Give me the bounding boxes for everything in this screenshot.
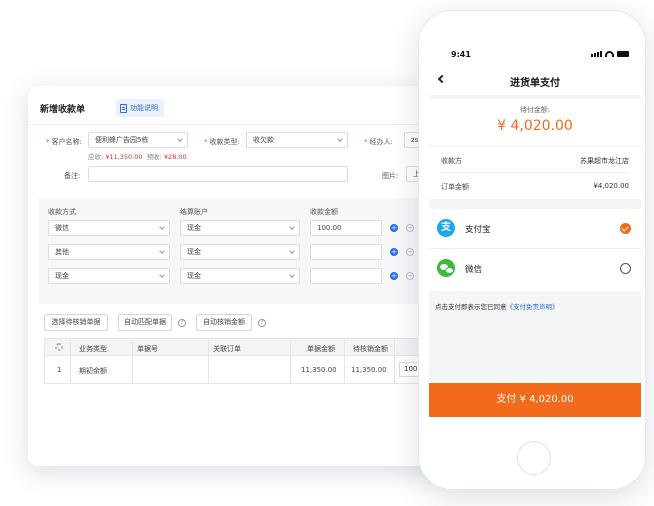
col-receipt-amount: 收款金额	[310, 208, 338, 216]
status-bar: 9:41	[429, 45, 641, 65]
chevron-down-icon	[289, 272, 295, 278]
help-label: 功能说明	[130, 104, 158, 112]
radio-unchecked-icon[interactable]	[620, 263, 631, 274]
amount-value: ¥ 4,020.00	[497, 118, 573, 134]
receipt-type-select[interactable]: 收欠款	[246, 132, 348, 148]
receipt-form-panel: 新增收款单 功能说明 * 客户名称: 便利蜂广告园5栋 应收: ¥11,350.0…	[28, 86, 438, 466]
col-linked-order: 关联订单	[213, 345, 241, 353]
remove-row-icon[interactable]: −	[406, 272, 414, 280]
order-info: 收款方 苏果超市龙江店 订单金额 ¥4,020.00	[429, 147, 641, 199]
home-button[interactable]	[517, 441, 551, 475]
chevron-down-icon	[289, 248, 295, 254]
col-settlement-account: 结算账户	[180, 208, 208, 216]
remove-row-icon[interactable]: −	[406, 224, 414, 232]
info-row: 收款方 苏果超市龙江店	[441, 147, 629, 173]
divider	[70, 338, 71, 384]
auto-amount-button[interactable]: 自动核销金额	[196, 314, 252, 331]
chevron-down-icon	[177, 136, 183, 142]
payment-option-wechat[interactable]: 微信	[429, 249, 641, 289]
col-doc-no: 单据号	[137, 345, 158, 353]
payment-method-select[interactable]: 其他	[48, 244, 170, 260]
divider	[208, 338, 209, 384]
pay-button[interactable]: 支付 ¥ 4,020.00	[429, 383, 641, 417]
remark-label: 备注:	[64, 172, 81, 180]
divider	[290, 338, 291, 384]
document-icon	[120, 103, 127, 113]
agreement-text: 点击支付即表示您已同意《支付免责声明》	[435, 303, 559, 311]
divider	[132, 338, 133, 384]
page-title: 新增收款单	[40, 105, 86, 115]
chevron-down-icon	[159, 248, 165, 254]
phone-screen: 9:41 进货单支付 待付金额: ¥ 4,020.00 收款方 苏果超市龙江店 …	[429, 45, 641, 417]
amount-label: 待付金额:	[519, 106, 551, 114]
info-value: 苏果超市龙江店	[580, 157, 629, 165]
settlement-account-select[interactable]: 现金	[180, 244, 300, 260]
battery-icon	[617, 51, 629, 57]
divider	[394, 338, 395, 384]
payment-option-label: 微信	[465, 265, 483, 275]
col-pending-amount: 待核销金额	[353, 345, 388, 353]
radio-checked-icon[interactable]	[620, 223, 631, 234]
payment-method-select[interactable]: 微信	[48, 220, 170, 236]
amount-input[interactable]	[310, 268, 382, 284]
payment-method-select[interactable]: 现金	[48, 268, 170, 284]
row-doc-amount: 11,350.00	[301, 366, 337, 374]
payment-option-alipay[interactable]: 支 支付宝	[429, 209, 641, 249]
disclaimer-link[interactable]: 《支付免责声明》	[507, 303, 559, 311]
chevron-down-icon	[289, 224, 295, 230]
row-pending-amount: 11,350.00	[351, 366, 387, 374]
col-payment-method: 收款方式	[48, 208, 76, 216]
status-time: 9:41	[451, 50, 471, 59]
amount-input[interactable]	[310, 244, 382, 260]
help-circle-icon[interactable]: ?	[178, 319, 186, 327]
add-row-icon[interactable]: +	[390, 248, 398, 256]
customer-balance: 应收: ¥11,350.00 预收: ¥28.00	[88, 153, 187, 161]
customer-select[interactable]: 便利蜂广告园5栋	[88, 132, 188, 148]
wifi-icon	[605, 51, 614, 57]
phone-mockup: 9:41 进货单支付 待付金额: ¥ 4,020.00 收款方 苏果超市龙江店 …	[418, 10, 646, 490]
payment-methods: 支 支付宝 微信	[429, 209, 641, 291]
settlement-account-select[interactable]: 现金	[180, 268, 300, 284]
col-business-type: 业务类型	[79, 345, 107, 353]
divider	[344, 338, 345, 384]
amount-input[interactable]: 100.00	[310, 220, 382, 236]
status-icons	[591, 51, 629, 57]
auto-match-button[interactable]: 自动匹配单据	[118, 314, 172, 331]
divider	[28, 124, 438, 125]
add-row-icon[interactable]: +	[390, 224, 398, 232]
nav-bar: 进货单支付	[429, 65, 641, 95]
nav-title: 进货单支付	[510, 78, 560, 89]
help-circle-icon[interactable]: ?	[258, 319, 266, 327]
image-label: 图片:	[382, 172, 399, 180]
handler-label: * 经办人:	[364, 138, 393, 146]
wechat-icon	[437, 259, 455, 277]
add-row-icon[interactable]: +	[390, 272, 398, 280]
amount-section: 待付金额: ¥ 4,020.00	[429, 99, 641, 145]
help-button[interactable]: 功能说明	[116, 99, 164, 117]
info-key: 订单金额	[441, 183, 469, 191]
alipay-icon: 支	[437, 219, 455, 237]
info-key: 收款方	[441, 157, 462, 165]
customer-label: * 客户名称:	[46, 138, 82, 146]
remove-row-icon[interactable]: −	[406, 248, 414, 256]
row-business-type: 期初余额	[79, 367, 107, 375]
chevron-down-icon	[159, 272, 165, 278]
info-value: ¥4,020.00	[593, 182, 629, 190]
table-header: 业务类型 单据号 关联订单 单据金额 待核销金额	[44, 338, 438, 356]
chevron-down-icon	[159, 224, 165, 230]
signal-icon	[591, 51, 602, 57]
remark-input[interactable]	[88, 166, 348, 182]
table-row[interactable]: 1 期初余额 11,350.00 11,350.00 100	[44, 356, 438, 384]
col-doc-amount: 单据金额	[307, 345, 335, 353]
info-row: 订单金额 ¥4,020.00	[441, 173, 629, 199]
select-pending-button[interactable]: 选择待核销单据	[44, 314, 108, 331]
gear-icon[interactable]	[55, 343, 63, 351]
chevron-down-icon	[337, 136, 343, 142]
payment-option-label: 支付宝	[465, 225, 491, 235]
settlement-account-select[interactable]: 现金	[180, 220, 300, 236]
row-index: 1	[57, 366, 62, 374]
receipt-type-label: * 收款类型:	[204, 138, 240, 146]
